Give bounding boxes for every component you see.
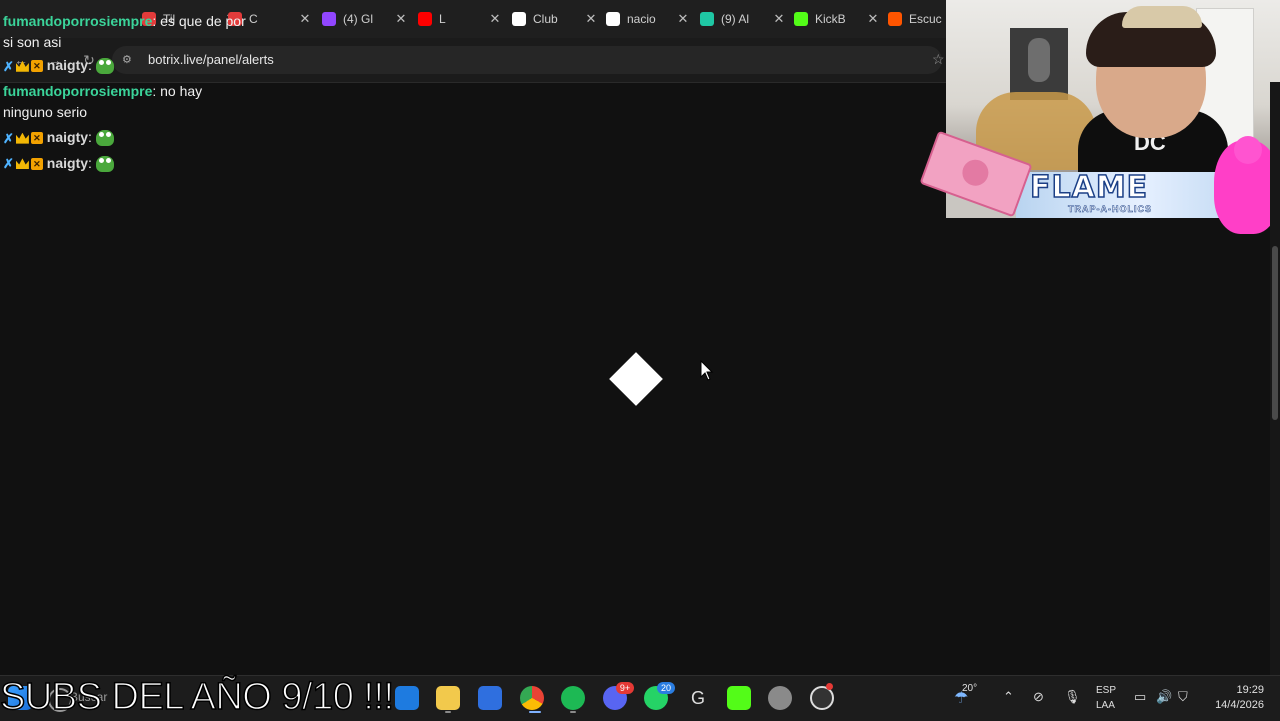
user-badges: ✗ ✕ xyxy=(3,56,43,77)
chat-message: fumandoporrosiempre: no hay ninguno seri… xyxy=(3,81,253,123)
display-icon[interactable]: ▭ xyxy=(1134,689,1146,705)
sub-badge-icon: ✕ xyxy=(30,157,43,170)
chrome-icon[interactable] xyxy=(520,686,544,710)
user-badges: ✗ ✕ xyxy=(3,128,43,149)
browser-tab[interactable]: Escuc xyxy=(888,8,948,30)
moderator-sword-icon: ✗ xyxy=(3,156,14,172)
moderator-sword-icon: ✗ xyxy=(3,58,14,74)
weather-temp[interactable]: 20° xyxy=(962,683,977,694)
loading-diamond-icon xyxy=(609,352,663,406)
scrollbar-thumb[interactable] xyxy=(1272,246,1278,420)
stream-caption: SUBS DEL AÑO 9/10 !!! xyxy=(0,675,395,719)
chat-message: ✗ ✕ naigty: xyxy=(3,55,253,77)
chat-text: : xyxy=(88,154,92,171)
tab-label: C xyxy=(249,12,258,26)
mail-icon[interactable] xyxy=(395,686,419,710)
tab-close-icon[interactable]: ✕ xyxy=(584,11,598,27)
tab-label: (4) Gl xyxy=(343,12,373,26)
input-layout[interactable]: LAA xyxy=(1096,700,1115,711)
pepe-emote-icon xyxy=(95,130,114,147)
whatsapp-notification-badge: 20 xyxy=(657,682,675,694)
tab-close-icon[interactable]: ✕ xyxy=(394,11,408,27)
banner-title: FLAME xyxy=(1029,169,1149,206)
google-icon xyxy=(512,12,526,26)
crown-icon xyxy=(15,60,29,72)
tab-close-icon[interactable]: ✕ xyxy=(866,11,880,27)
browser-tab[interactable]: nacio ✕ xyxy=(606,8,690,30)
browser-tab[interactable]: Club ✕ xyxy=(512,8,598,30)
store-icon[interactable] xyxy=(478,686,502,710)
sub-badge-icon: ✕ xyxy=(30,132,43,145)
chat-message: ✗ ✕ naigty: xyxy=(3,127,253,149)
chat-text: : xyxy=(88,57,92,73)
mouse-cursor-icon xyxy=(700,360,714,381)
browser-tab[interactable]: (4) Gl ✕ xyxy=(322,8,408,30)
moderator-sword-icon: ✗ xyxy=(3,130,14,146)
active-indicator xyxy=(529,711,541,713)
chat-username: naigty xyxy=(46,154,89,171)
browser-tab[interactable]: L ✕ xyxy=(418,8,502,30)
pepe-emote-icon xyxy=(95,155,114,172)
tab-close-icon[interactable]: ✕ xyxy=(298,11,312,27)
soundcloud-icon xyxy=(888,12,902,26)
chat-message: fumandoporrosiempre: es que de por si so… xyxy=(3,11,253,53)
spotify-icon[interactable] xyxy=(561,686,585,710)
youtube-icon xyxy=(418,12,432,26)
volume-icon[interactable]: 🔊 xyxy=(1156,689,1172,705)
chat-overlay: fumandoporrosiempre: es que de por si so… xyxy=(3,0,253,174)
tab-close-icon[interactable]: ✕ xyxy=(772,11,786,27)
browser-tab[interactable]: (9) Al ✕ xyxy=(700,8,786,30)
crown-icon xyxy=(15,158,29,170)
chevron-up-icon[interactable]: ⌃ xyxy=(1003,689,1014,705)
chat-username: naigty xyxy=(46,128,89,145)
tab-label: nacio xyxy=(627,12,656,26)
chat-username: fumandoporrosiempre xyxy=(3,13,153,29)
browser-tab[interactable]: KickB ✕ xyxy=(794,8,880,30)
tab-close-icon[interactable]: ✕ xyxy=(676,11,690,27)
file-explorer-icon[interactable] xyxy=(436,686,460,710)
user-badges: ✗ ✕ xyxy=(3,153,43,174)
running-indicator xyxy=(570,711,576,713)
kick-icon[interactable] xyxy=(727,686,751,710)
chat-message: ✗ ✕ naigty: xyxy=(3,153,253,175)
tab-label: Escuc xyxy=(909,12,942,26)
g-hub-icon[interactable]: G xyxy=(686,686,710,710)
streamer-cap xyxy=(1122,6,1202,28)
shield-icon[interactable]: ⛉ xyxy=(1178,689,1188,705)
wall-poster xyxy=(1010,28,1068,100)
google-icon xyxy=(606,12,620,26)
tab-close-icon[interactable]: ✕ xyxy=(488,11,502,27)
chat-username: fumandoporrosiempre xyxy=(3,82,153,99)
tab-label: (9) Al xyxy=(721,12,750,26)
tab-label: KickB xyxy=(815,12,846,26)
tab-label: L xyxy=(439,12,446,26)
twitch-icon xyxy=(322,12,336,26)
clock-time[interactable]: 19:29 xyxy=(1228,684,1264,696)
input-language[interactable]: ESP xyxy=(1096,685,1116,696)
chat-username: naigty xyxy=(46,57,89,73)
kick-icon xyxy=(794,12,808,26)
tab-label: Club xyxy=(533,12,558,26)
chat-text: : xyxy=(88,128,92,145)
banner-subtitle: TRAP-A-HOLICS xyxy=(1068,204,1152,215)
settings-gear-icon[interactable] xyxy=(768,686,792,710)
clock-date[interactable]: 14/4/2026 xyxy=(1202,699,1264,711)
network-off-icon[interactable]: ⊘ xyxy=(1033,689,1044,705)
recording-dot-icon xyxy=(826,683,833,690)
discord-notification-badge: 9+ xyxy=(616,682,634,694)
pepe-emote-icon xyxy=(95,58,114,75)
sub-badge-icon: ✕ xyxy=(30,60,43,73)
app-icon xyxy=(700,12,714,26)
microphone-icon[interactable]: 🎙 xyxy=(1064,689,1081,705)
crown-icon xyxy=(15,132,29,144)
running-indicator xyxy=(445,711,451,713)
bookmark-star-icon[interactable]: ☆ xyxy=(932,51,945,68)
